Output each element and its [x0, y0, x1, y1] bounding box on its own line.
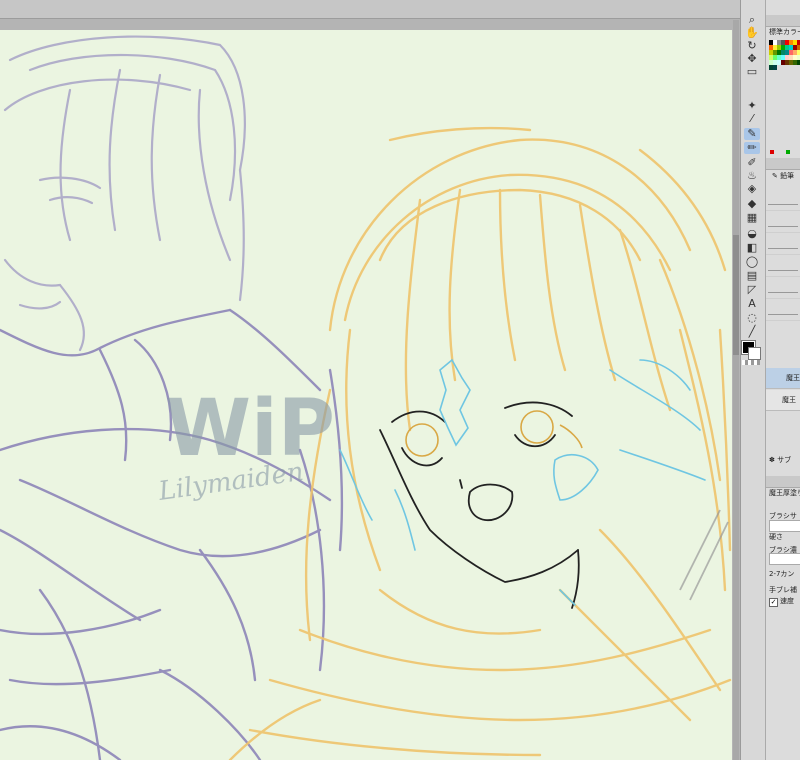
brush-preview-6[interactable] — [766, 308, 800, 321]
line-correct-icon[interactable]: ◌ — [744, 312, 760, 324]
select-rect-icon[interactable]: ▭ — [744, 66, 760, 78]
stabilization-label: 手ブレ補 — [769, 586, 797, 594]
correction-icon[interactable]: ╱ — [744, 326, 760, 338]
tool-palette: ⌕ ✋ ↻ ✥ ▭ ✦ ⁄ ✎ ✏ ✐ ♨ ◈ ◆ ▦ ◒ ◧ ◯ ▤ ◸ A … — [740, 0, 766, 760]
tool-property-title: 魔王厚塗り — [769, 489, 800, 497]
frame-icon[interactable]: ◯ — [744, 256, 760, 268]
move-icon[interactable]: ✥ — [744, 53, 760, 65]
balloon-icon[interactable]: A — [744, 298, 760, 310]
brush-preview-3[interactable] — [766, 242, 800, 255]
window-title-bar — [0, 0, 800, 19]
pencil-icon: ✎ — [772, 172, 778, 180]
accent-green-dot — [786, 150, 790, 154]
texture-label: 2-7カン — [769, 570, 795, 578]
text-icon[interactable]: ◸ — [744, 284, 760, 296]
sketch-artwork: WiP Lilymaiden — [0, 35, 732, 760]
hand-icon[interactable]: ✋ — [744, 27, 760, 39]
transparent-color-swatch[interactable] — [742, 360, 760, 365]
side-panel: 標準カラーセット ✎ 鉛筆 魔王 魔王 ✽ サブ 魔王厚塗り ブラシサ 硬さ ブ… — [765, 0, 800, 760]
brush-preview-1[interactable] — [766, 198, 800, 211]
canvas-vertical-scrollbar[interactable] — [733, 20, 739, 760]
sub-color-swatch[interactable] — [748, 347, 761, 360]
color-set-title: 標準カラーセット — [769, 28, 800, 36]
pen-icon[interactable]: ✎ — [744, 128, 760, 140]
settings-icon: ✽ — [769, 456, 775, 464]
brush-preview-2[interactable] — [766, 220, 800, 233]
search-icon[interactable]: ⌕ — [744, 14, 760, 26]
eraser-icon[interactable]: ◈ — [744, 183, 760, 195]
drawing-canvas[interactable]: WiP Lilymaiden — [0, 30, 732, 760]
airbrush-icon[interactable]: ♨ — [744, 170, 760, 182]
accent-red-dot — [770, 150, 774, 154]
layer-row-selected[interactable]: 魔王 — [766, 368, 800, 389]
rotate-icon[interactable]: ↻ — [744, 40, 760, 52]
brush-size-field[interactable] — [769, 520, 800, 532]
scrollbar-thumb[interactable] — [733, 235, 739, 355]
layer-name: 魔王 — [782, 396, 796, 404]
figure-icon[interactable]: ◧ — [744, 242, 760, 254]
brush-preview-4[interactable] — [766, 264, 800, 277]
eyedropper-icon[interactable]: ⁄ — [744, 113, 760, 125]
subtool-panel-header — [766, 158, 800, 170]
ruler-icon[interactable]: ▤ — [744, 270, 760, 282]
layer-name: 魔王 — [786, 374, 800, 382]
magic-wand-icon[interactable]: ✦ — [744, 100, 760, 112]
watermark-main: WiP — [165, 384, 335, 474]
fill-icon[interactable]: ▦ — [744, 212, 760, 224]
layer-panel-bottom-label[interactable]: ✽ サブ — [769, 456, 791, 465]
brush-preview-5[interactable] — [766, 286, 800, 299]
brush-density-field[interactable] — [769, 553, 800, 565]
speed-label: 速度 — [780, 597, 794, 605]
color-set-panel-header — [766, 15, 800, 27]
subtool-pencil-label[interactable]: ✎ 鉛筆 — [772, 172, 794, 181]
gradient-icon[interactable]: ◒ — [744, 228, 760, 240]
pencil-icon[interactable]: ✏ — [744, 142, 760, 154]
layer-row[interactable]: 魔王 — [766, 390, 800, 411]
color-set-grid[interactable] — [769, 40, 800, 80]
brush-icon[interactable]: ✐ — [744, 157, 760, 169]
blend-icon[interactable]: ◆ — [744, 198, 760, 210]
tool-property-panel-header — [766, 476, 800, 488]
density-label: 硬さ — [769, 533, 783, 541]
speed-checkbox[interactable]: ✓ — [769, 598, 778, 607]
